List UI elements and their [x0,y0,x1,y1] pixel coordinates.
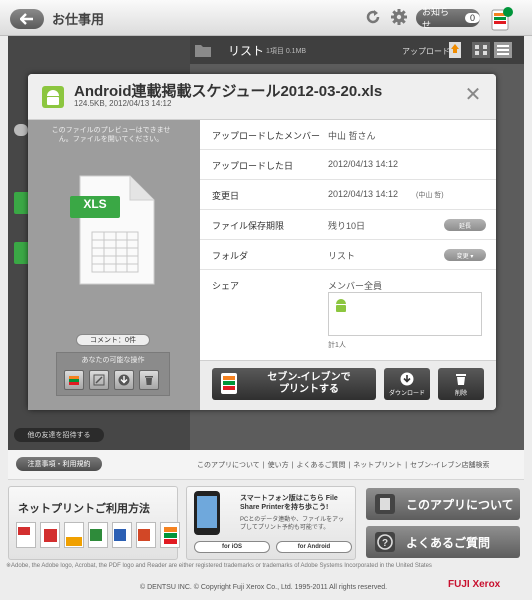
print-label-line2: プリントする [279,384,339,395]
howto-title: ネットプリントご利用方法 [18,503,150,515]
folder-icon [195,45,211,57]
excel-icon [88,522,108,548]
row-label: アップロードした日 [212,161,294,171]
sidebar-toggle[interactable] [14,124,28,136]
change-folder-button[interactable]: 変更 ▾ [444,249,486,261]
android-icon [42,86,64,108]
list-title: リスト [228,44,265,58]
row-value: リスト [328,251,356,261]
xls-file-icon [70,175,155,285]
grid-view-icon[interactable] [472,42,490,58]
docuworks-icon [64,522,84,548]
detail-row-folder: フォルダ リスト 変更 ▾ [200,240,496,270]
notice-count-badge: 0 [464,13,480,23]
footer-link-store-search[interactable]: セブン-イレブン店舗検索 [410,462,489,469]
operations-label: あなたの可能な操作 [81,357,145,364]
print-at-seven-eleven-button[interactable]: セブン-イレブンで プリントする [212,368,376,400]
faq-button[interactable]: ? よくあるご質問 [366,526,520,558]
back-button[interactable] [10,9,44,29]
refresh-icon[interactable] [364,8,382,26]
file-name: Android連載掲載スケジュール2012-03-20.xls [74,83,383,100]
download-button[interactable]: ダウンロード [384,368,430,400]
download-op-button[interactable] [114,370,134,390]
footer-link-about[interactable]: このアプリについて [197,462,260,469]
copyright-text: © DENTSU INC. © Copyright Fuji Xerox Co.… [140,584,388,591]
svg-text:?: ? [382,538,388,549]
fuji-xerox-logo: FUJI Xerox [448,579,501,590]
footer-link-usage[interactable]: 使い方 [268,462,289,469]
row-value: 2012/04/13 14:12 [328,189,399,199]
faq-label: よくあるご質問 [406,535,491,550]
share-members-box [328,292,482,336]
seven-eleven-logo-icon [491,7,513,31]
share-count: 計1人 [328,342,346,349]
back-arrow-icon [20,13,33,25]
document-icon [375,494,395,514]
row-label: フォルダ [212,251,249,261]
adobe-disclaimer: ※Adobe, the Adobe logo, Acrobat, the PDF… [6,563,432,569]
row-label: 変更日 [212,191,240,201]
about-app-button[interactable]: このアプリについて [366,488,520,520]
seven-eleven-icon [69,376,79,385]
android-download-button[interactable]: for Android [276,541,352,553]
list-view-icon[interactable] [494,42,512,58]
file-format-icons [16,522,180,548]
upload-label: アップロード [402,47,450,56]
pdf-icon [16,522,36,548]
delete-op-button[interactable] [139,370,159,390]
seven-eleven-icon [160,522,180,548]
invite-friends-button[interactable]: 他の友達を招待する [14,428,104,442]
row-value: メンバー全員 [328,281,383,291]
row-value: 残り10日 [328,221,366,231]
delete-button[interactable]: 削除 [438,368,484,400]
smartphone-subtitle: PCとのデータ連動や、ファイルをアップしてプリント予約も可能です。 [240,517,345,531]
about-app-label: このアプリについて [406,497,514,512]
seven-eleven-print-icon [221,373,237,394]
download-icon [400,372,414,385]
adobe-reader-icon [40,522,60,548]
download-icon [118,374,130,386]
ios-download-button[interactable]: for iOS [194,541,270,553]
detail-row-modified-date: 変更日 2012/04/13 14:12 (中山 哲) [200,180,496,210]
smartphone-image [194,491,220,535]
print-label-line1: セブン-イレブンで [267,372,351,383]
detail-row-uploader: アップロードしたメンバー 中山 哲さん [200,120,496,150]
row-label: アップロードしたメンバー [212,131,321,141]
powerpoint-icon [136,522,156,548]
comments-dropdown[interactable]: コメント：0件 [76,334,150,346]
file-meta: 124.5KB, 2012/04/13 14:12 [74,99,172,108]
notice-label: お知らせ [422,7,450,30]
print-op-button[interactable] [64,370,84,390]
detail-row-expiry: ファイル保存期限 残り10日 延長 [200,210,496,240]
footer-links: このアプリについて | 使い方 | よくあるご質問 | ネットプリント | セブン-イレブン店舗… [197,462,490,469]
list-meta: 1項目 0.1MB [266,48,307,55]
close-icon[interactable]: ✕ [462,84,484,106]
row-note: (中山 哲) [416,192,444,199]
row-value: 2012/04/13 14:12 [328,159,399,169]
terms-button[interactable]: 注意事項・利用規約 [16,457,102,471]
extend-button[interactable]: 延長 [444,219,486,231]
notice-button[interactable]: お知らせ 0 [416,7,480,30]
row-label: ファイル保存期限 [212,221,285,231]
trash-icon [145,376,153,385]
question-icon: ? [375,532,395,552]
row-value: 中山 哲さん [328,131,376,141]
edit-icon [93,374,105,386]
app-title: お仕事用 [52,12,105,27]
row-label: シェア [212,281,240,291]
upload-icon[interactable] [446,40,464,60]
footer-link-faq[interactable]: よくあるご質問 [296,462,345,469]
footer-link-netprint[interactable]: ネットプリント [353,462,402,469]
android-avatar-icon [336,299,346,312]
smartphone-title: スマートフォン版はこちら File Share Printerを持ち歩こう! [240,495,338,511]
file-type-label: XLS [83,197,107,211]
delete-label: 削除 [454,390,467,397]
detail-row-upload-date: アップロードした日 2012/04/13 14:12 [200,150,496,180]
gear-icon[interactable] [390,8,408,26]
edit-op-button[interactable] [89,370,109,390]
trash-icon [456,373,466,385]
word-icon [112,522,132,548]
preview-unavailable-text: このファイルのプレビューはできません。ファイルを開いてください。 [51,127,171,143]
download-label: ダウンロード [388,390,425,397]
